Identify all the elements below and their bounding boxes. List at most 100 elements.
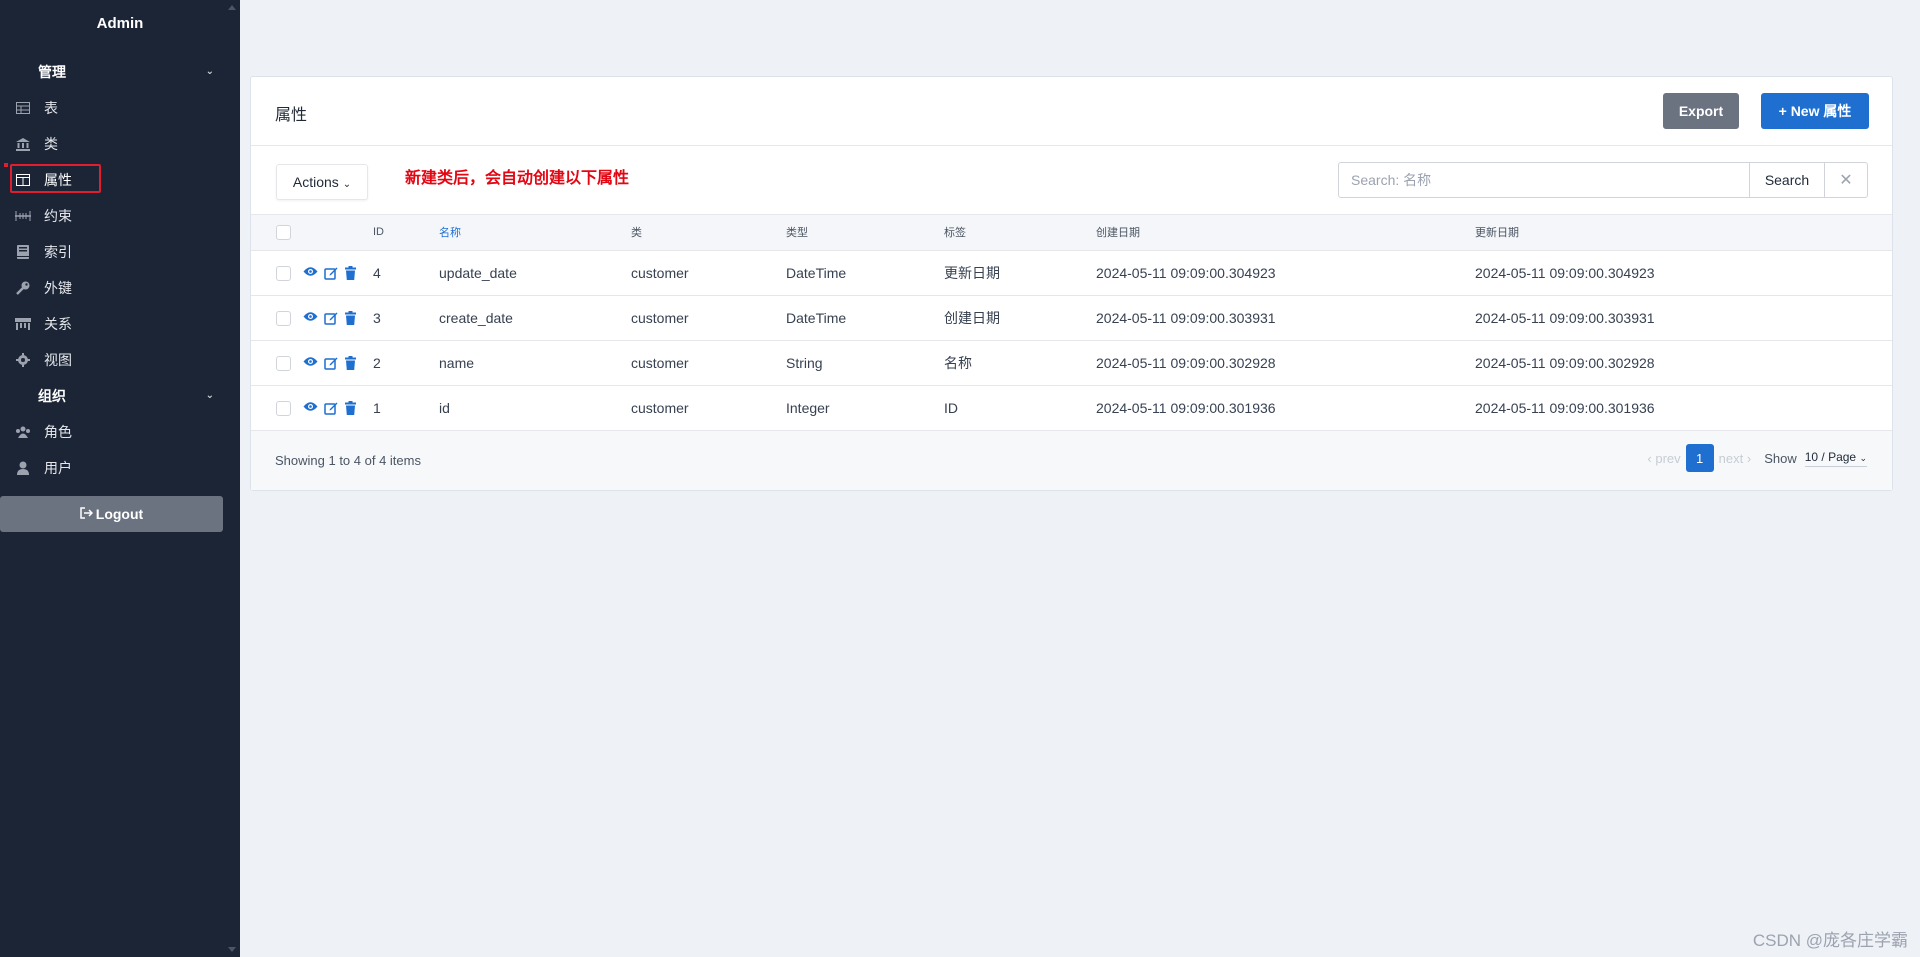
showing-count: Showing 1 to 4 of 4 items xyxy=(275,453,421,468)
column-header-created[interactable]: 创建日期 xyxy=(1096,215,1475,251)
sidebar-item-constraint[interactable]: 约束 xyxy=(0,198,240,234)
column-header-name[interactable]: 名称 xyxy=(439,215,631,251)
sidebar-item-table[interactable]: 表 xyxy=(0,90,240,126)
sidebar-group-manage[interactable]: 管理 ⌄ xyxy=(0,54,240,90)
attributes-card: 属性 Export + New 属性 Actions ⌄ Search ✕ ID… xyxy=(250,76,1893,491)
show-label: Show xyxy=(1764,450,1797,466)
cell-cls: customer xyxy=(631,340,786,386)
next-page-link[interactable]: next › xyxy=(1719,451,1752,466)
view-icon[interactable] xyxy=(303,356,318,371)
row-actions-cell xyxy=(303,295,373,341)
sidebar-item-index[interactable]: 索引 xyxy=(0,234,240,270)
row-actions-cell xyxy=(303,250,373,296)
delete-icon[interactable] xyxy=(345,401,360,416)
gear-icon xyxy=(15,352,31,368)
sidebar-item-attribute[interactable]: 属性 xyxy=(0,162,240,198)
sidebar-item-label: 外键 xyxy=(44,280,72,296)
view-icon[interactable] xyxy=(303,311,318,326)
sidebar-item-user[interactable]: 用户 xyxy=(0,450,240,486)
chevron-down-icon: ⌄ xyxy=(342,179,352,190)
sidebar-group-label: 管理 xyxy=(38,64,66,80)
cell-name: create_date xyxy=(439,295,631,341)
export-button[interactable]: Export xyxy=(1663,93,1739,129)
column-header-id[interactable]: ID xyxy=(373,215,439,251)
row-checkbox[interactable] xyxy=(276,265,291,281)
clear-search-button[interactable]: ✕ xyxy=(1824,162,1868,198)
edit-icon[interactable] xyxy=(324,356,339,371)
sidebar-item-label: 约束 xyxy=(44,208,72,224)
cell-type: Integer xyxy=(786,385,944,431)
logout-label: Logout xyxy=(95,506,144,522)
cell-updated: 2024-05-11 09:09:00.303931 xyxy=(1475,295,1892,341)
page-size-select[interactable]: 10 / Page ⌄ xyxy=(1804,450,1867,467)
sidebar-item-label: 索引 xyxy=(44,244,72,260)
search-input[interactable] xyxy=(1338,162,1750,198)
cell-cls: customer xyxy=(631,250,786,296)
select-all-checkbox[interactable] xyxy=(276,224,291,240)
edit-icon[interactable] xyxy=(324,311,339,326)
prev-page-link[interactable]: ‹ prev xyxy=(1647,451,1680,466)
cell-name: id xyxy=(439,385,631,431)
table-row: 4 update_date customer DateTime 更新日期 2024-05-… xyxy=(251,250,1892,296)
sidebar-scroll-up-icon[interactable] xyxy=(228,5,236,10)
ruler-icon xyxy=(15,208,31,224)
table-row: 2 name customer String 名称 2024-05-11 09:09:00… xyxy=(251,340,1892,386)
delete-icon[interactable] xyxy=(345,311,360,326)
column-header-class[interactable]: 类 xyxy=(631,215,786,251)
sidebar-item-role[interactable]: 角色 xyxy=(0,414,240,450)
column-header-updated[interactable]: 更新日期 xyxy=(1475,215,1892,251)
sidebar-item-label: 类 xyxy=(44,136,58,152)
annotation-note: 新建类后，会自动创建以下属性 xyxy=(405,170,630,187)
row-checkbox[interactable] xyxy=(276,400,291,416)
watermark: CSDN @庞各庄学霸 xyxy=(1752,931,1908,950)
column-header-type[interactable]: 类型 xyxy=(786,215,944,251)
attributes-table: ID 名称 类 类型 标签 创建日期 更新日期 4 update_date cust… xyxy=(251,215,1892,431)
logout-icon xyxy=(80,506,93,522)
select-all-header xyxy=(251,215,303,251)
table-row: 3 create_date customer DateTime 创建日期 2024-05-… xyxy=(251,295,1892,341)
row-select-cell xyxy=(251,295,303,341)
row-checkbox[interactable] xyxy=(276,355,291,371)
cell-label: ID xyxy=(944,385,1096,431)
sidebar-group-label: 组织 xyxy=(38,388,66,404)
edit-icon[interactable] xyxy=(324,401,339,416)
sidebar-item-relation[interactable]: 关系 xyxy=(0,306,240,342)
sidebar-item-class[interactable]: 类 xyxy=(0,126,240,162)
logout-button[interactable]: Logout xyxy=(0,496,223,532)
column-header-label[interactable]: 标签 xyxy=(944,215,1096,251)
cell-label: 创建日期 xyxy=(944,295,1096,341)
page-1-button[interactable]: 1 xyxy=(1685,444,1714,472)
search-button[interactable]: Search xyxy=(1749,162,1825,198)
table-row: 1 id customer Integer ID 2024-05-11 09:09:00.… xyxy=(251,385,1892,431)
actions-dropdown[interactable]: Actions ⌄ xyxy=(276,164,368,200)
network-icon xyxy=(15,316,31,332)
view-icon[interactable] xyxy=(303,401,318,416)
row-select-cell xyxy=(251,385,303,431)
prev-label: prev xyxy=(1655,450,1681,466)
new-attribute-button[interactable]: + New 属性 xyxy=(1761,93,1869,129)
delete-icon[interactable] xyxy=(345,356,360,371)
cell-name: update_date xyxy=(439,250,631,296)
chevron-down-icon: ⌄ xyxy=(205,66,214,77)
cell-type: String xyxy=(786,340,944,386)
delete-icon[interactable] xyxy=(345,266,360,281)
highlight-marker xyxy=(4,163,8,167)
edit-icon[interactable] xyxy=(324,266,339,281)
sidebar-item-label: 角色 xyxy=(44,424,72,440)
sidebar-item-label: 关系 xyxy=(44,316,72,332)
pagination: ‹ prev 1 next › Show 10 / Page ⌄ xyxy=(1642,444,1867,472)
bank-icon xyxy=(15,136,31,152)
sidebar-group-organization[interactable]: 组织 ⌄ xyxy=(0,378,240,414)
sidebar-item-foreign-key[interactable]: 外键 xyxy=(0,270,240,306)
row-checkbox[interactable] xyxy=(276,310,291,326)
table-icon xyxy=(15,100,31,116)
sidebar-item-view[interactable]: 视图 xyxy=(0,342,240,378)
cell-name: name xyxy=(439,340,631,386)
sidebar-scroll-down-icon[interactable] xyxy=(228,947,236,952)
row-actions-cell xyxy=(303,385,373,431)
view-icon[interactable] xyxy=(303,266,318,281)
cell-cls: customer xyxy=(631,385,786,431)
sidebar-item-label: 表 xyxy=(44,100,58,116)
cell-created: 2024-05-11 09:09:00.302928 xyxy=(1096,340,1475,386)
group-icon xyxy=(15,424,31,440)
